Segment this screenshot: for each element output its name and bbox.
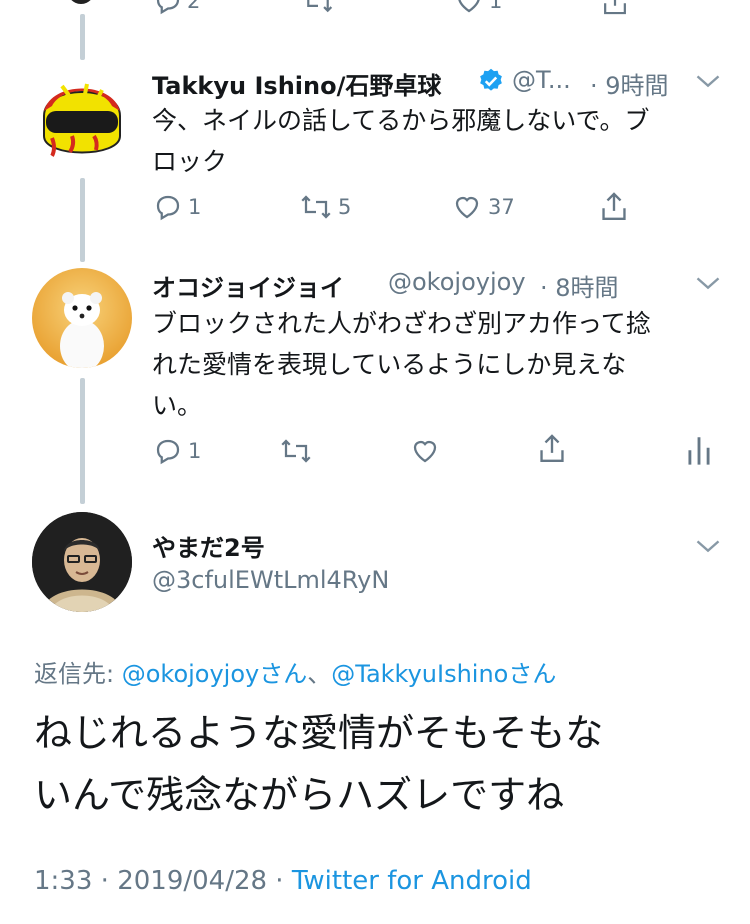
tweet2-time[interactable]: · 8時間 [540, 268, 619, 303]
avatar-yamada[interactable] [32, 512, 132, 612]
tweet2-reply-button[interactable]: 1 [152, 436, 201, 466]
tweet1-text-line2: ロック [152, 147, 228, 176]
share-icon [540, 434, 564, 462]
top-like-button[interactable]: 1 [453, 0, 502, 16]
tweet2-handle[interactable]: @okojoyjoy [388, 268, 526, 296]
retweet-icon [281, 439, 311, 463]
top-reply-button[interactable]: 2 [153, 0, 200, 16]
reply-icon [156, 195, 180, 221]
tweet2-chevron-down-icon[interactable] [694, 272, 722, 294]
tweet2-retweet-button[interactable] [278, 436, 314, 466]
person-avatar-image [32, 512, 132, 612]
tweet1-handle[interactable]: @T... [512, 66, 571, 94]
tweet1-reply-button[interactable]: 1 [152, 192, 201, 222]
tweet1-like-count: 37 [488, 195, 515, 219]
tweet1-text: 今、ネイルの話してるから邪魔しないで。ブ ロック [152, 100, 722, 182]
thread-line-2 [80, 178, 85, 262]
reply-separator: 、 [307, 660, 332, 688]
client-link[interactable]: Twitter for Android [292, 866, 532, 896]
reply-icon [156, 439, 180, 465]
tweet2-like-button[interactable] [408, 436, 442, 466]
main-tweet-meta: 1:33 · 2019/04/28 · Twitter for Android [34, 866, 532, 896]
heart-icon [413, 440, 437, 463]
avatar-okojoyjoy[interactable] [32, 268, 132, 368]
main-date: 2019/04/28 [117, 866, 268, 896]
tweet1-text-line1: 今、ネイルの話してるから邪魔しないで。ブ [152, 106, 650, 135]
meta-dot-1: · [92, 866, 118, 896]
top-reply-count: 2 [187, 0, 201, 13]
tweet1-reply-count: 1 [188, 195, 202, 219]
tweet1-share-button[interactable] [598, 190, 630, 224]
top-retweet-button[interactable] [301, 0, 335, 16]
tweet2-reply-count: 1 [188, 439, 202, 463]
tweet2-share-button[interactable] [536, 432, 568, 466]
heart-icon [455, 196, 479, 219]
top-share-button[interactable] [600, 0, 630, 18]
main-text-line2: いんで残念ながらハズレですね [34, 773, 565, 817]
tweet1-chevron-down-icon[interactable] [694, 70, 722, 92]
tweet1-retweet-count: 5 [338, 195, 352, 219]
share-icon [604, 0, 626, 15]
reply-user-takkyuishino[interactable]: @TakkyuIshinoさん [331, 660, 556, 688]
share-icon [602, 192, 626, 220]
tweet1-like-button[interactable]: 37 [450, 192, 515, 222]
analytics-icon [688, 437, 710, 465]
main-chevron-down-icon[interactable] [694, 535, 722, 557]
reply-icon [156, 0, 180, 15]
top-action-row: 2 1 [0, 0, 750, 28]
tweet2-author-name[interactable]: オコジョイジョイ [152, 268, 344, 303]
main-time: 1:33 [34, 866, 93, 896]
top-avatar-fragment [66, 0, 96, 4]
avatar-takkyu[interactable] [32, 66, 132, 166]
tweet1-time[interactable]: · 9時間 [590, 66, 669, 101]
thread-line-3 [80, 378, 85, 504]
main-author-name[interactable]: やまだ2号 [152, 528, 265, 563]
tweet1-author-name[interactable]: Takkyu Ishino/石野卓球 [152, 66, 441, 101]
main-tweet-text: ねじれるような愛情がそもそもな いんで残念ながらハズレですね [34, 702, 603, 826]
helmet-avatar-image [33, 67, 131, 165]
retweet-icon [301, 195, 331, 219]
tweet2-text-line1: ブロックされた人がわざわざ別アカ作って捻 [152, 309, 651, 338]
verified-badge-icon [480, 68, 502, 91]
tweet1-retweet-button[interactable]: 5 [298, 192, 351, 222]
main-handle[interactable]: @3cfulEWtLml4RyN [152, 566, 389, 594]
tweet2-text: ブロックされた人がわざわざ別アカ作って捻 れた愛情を表現しているようにしか見えな… [152, 303, 732, 426]
heart-icon [458, 0, 480, 13]
reply-prefix: 返信先: [34, 660, 122, 688]
meta-dot-2: · [267, 866, 292, 896]
ermine-avatar-image [60, 292, 104, 368]
tweet2-text-line3: い。 [152, 391, 203, 420]
tweet2-text-line2: れた愛情を表現しているようにしか見えな [152, 350, 627, 379]
tweet2-analytics-button[interactable] [686, 432, 712, 466]
thread-line-1 [80, 14, 85, 60]
reply-context: 返信先: @okojoyjoyさん、@TakkyuIshinoさん [34, 654, 556, 689]
top-like-count: 1 [489, 0, 503, 13]
retweet-icon [307, 0, 333, 13]
main-text-line1: ねじれるような愛情がそもそもな [34, 711, 604, 755]
reply-user-okojoyjoy[interactable]: @okojoyjoyさん [122, 660, 308, 688]
